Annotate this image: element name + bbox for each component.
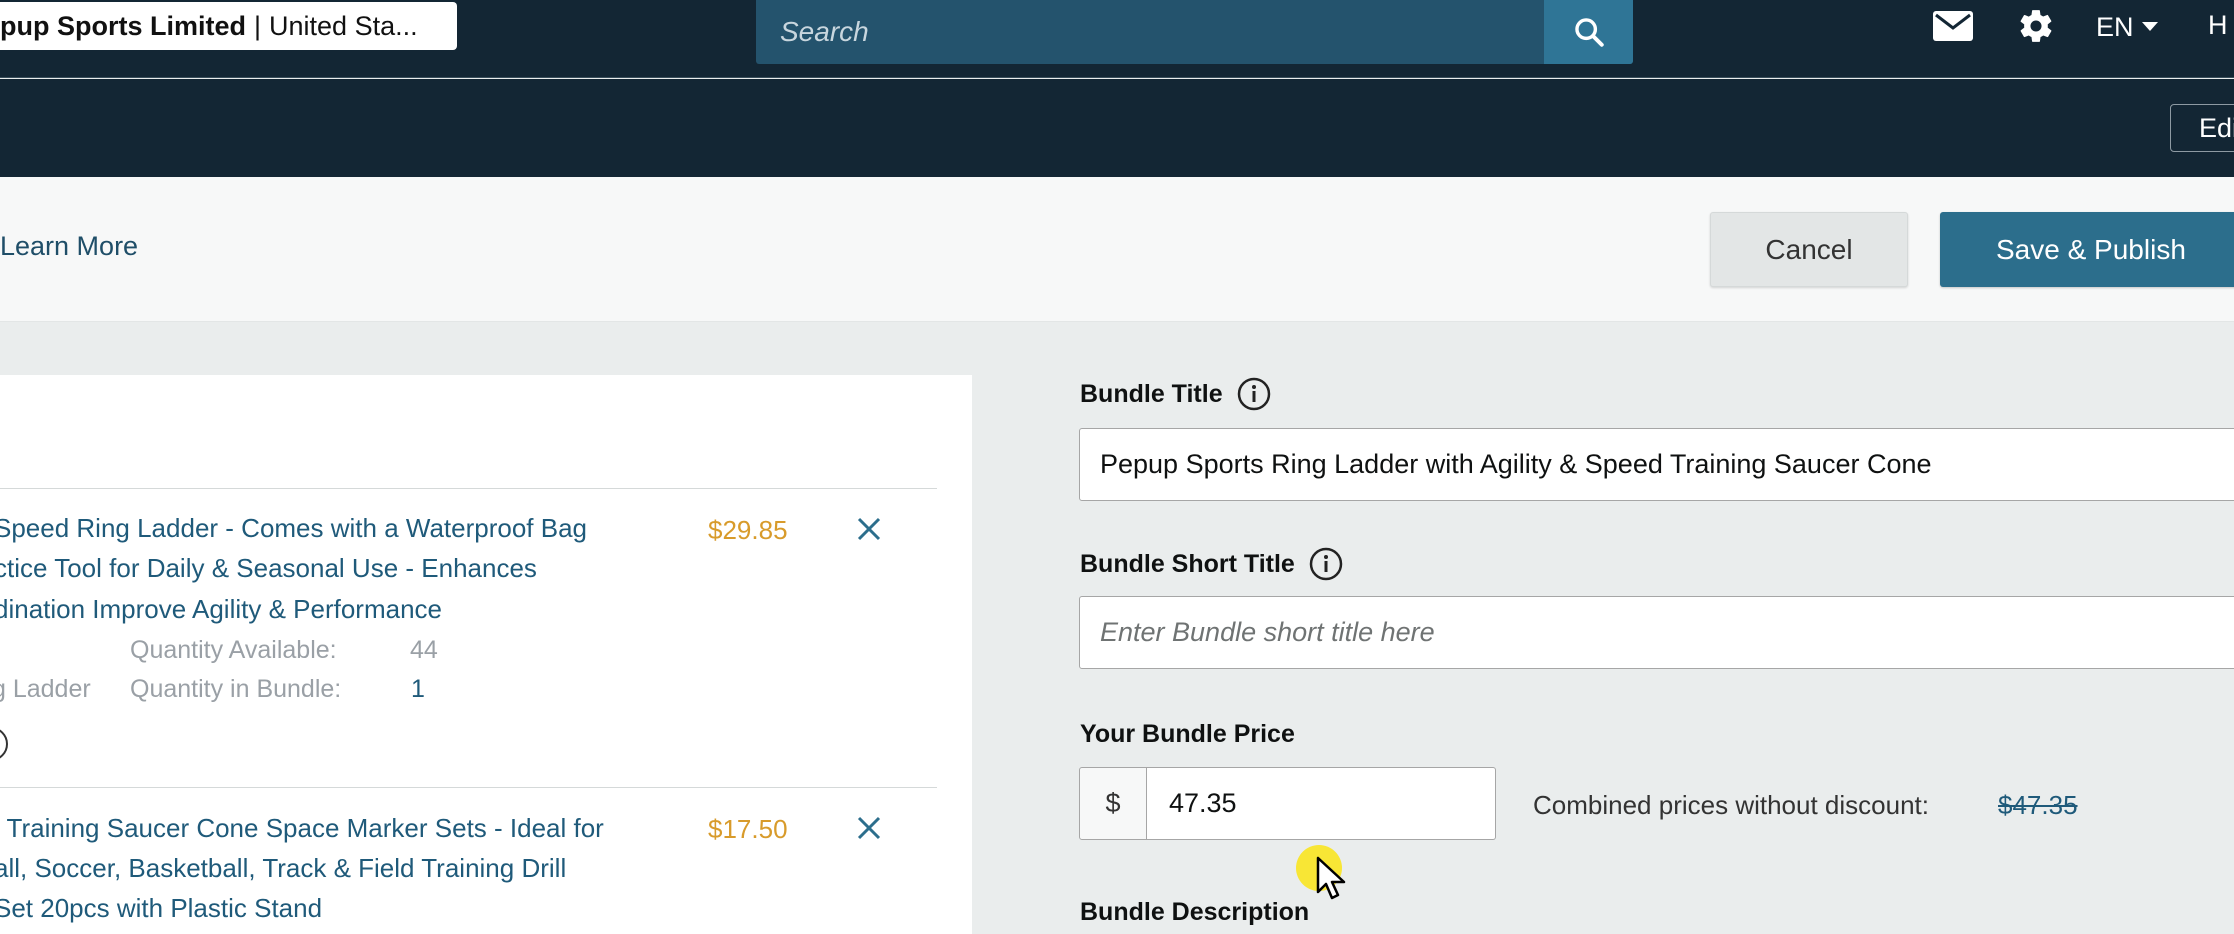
quantity-in-bundle-label: Quantity in Bundle:	[130, 675, 342, 703]
combined-price-label: Combined prices without discount:	[1533, 790, 1929, 820]
cancel-button[interactable]: Cancel	[1710, 212, 1908, 287]
product-title-line[interactable]: dination Improve Agility & Performance	[0, 589, 442, 629]
product-title-line[interactable]: Set 20pcs with Plastic Stand	[0, 888, 322, 928]
bundle-price-label: Your Bundle Price	[1080, 720, 1295, 748]
bundle-description-label: Bundle Description	[1080, 898, 1310, 926]
mail-icon	[1933, 11, 1973, 41]
bundle-price-input[interactable]	[1147, 767, 1496, 840]
learn-more-link[interactable]: Learn More	[0, 231, 138, 262]
bundle-short-title-input[interactable]	[1079, 596, 2234, 669]
save-publish-button[interactable]: Save & Publish	[1940, 212, 2234, 287]
remove-product-button[interactable]	[852, 811, 886, 845]
search-input[interactable]	[756, 0, 1544, 64]
product-price: $29.85	[708, 515, 788, 545]
combined-price-value: $47.35	[1998, 790, 2078, 820]
search-button[interactable]	[1544, 0, 1633, 64]
product-price: $17.50	[708, 814, 788, 844]
product-title-line[interactable]: all, Soccer, Basketball, Track & Field T…	[0, 848, 566, 888]
help-link[interactable]: H	[2208, 10, 2228, 41]
quantity-available-value: 44	[410, 636, 438, 664]
product-title-line[interactable]: ctice Tool for Daily & Seasonal Use - En…	[0, 548, 537, 588]
gear-icon	[2020, 10, 2052, 42]
info-icon[interactable]	[1309, 547, 1343, 581]
search-bar	[756, 0, 1633, 64]
store-region: United Sta...	[269, 10, 418, 41]
quantity-available-label: Quantity Available:	[130, 636, 337, 664]
divider	[0, 488, 937, 489]
close-icon	[857, 816, 881, 840]
bundle-short-title-label-text: Bundle Short Title	[1080, 549, 1295, 578]
bundle-short-title-label: Bundle Short Title	[1080, 547, 1343, 581]
store-selector[interactable]: pup Sports Limited | United Sta...	[0, 2, 457, 50]
product-title-line[interactable]: Speed Ring Ladder - Comes with a Waterpr…	[0, 508, 587, 548]
bundle-title-label: Bundle Title	[1080, 377, 1271, 411]
info-icon[interactable]	[1237, 377, 1271, 411]
mouse-cursor-icon	[1316, 856, 1346, 900]
language-label: EN	[2096, 11, 2134, 42]
currency-symbol: $	[1079, 767, 1147, 840]
messages-button[interactable]	[1932, 8, 1974, 44]
product-type-fragment: g Ladder	[0, 675, 91, 703]
close-icon	[857, 517, 881, 541]
secondary-header-bar	[0, 79, 2234, 177]
search-icon	[1574, 18, 1604, 47]
store-separator: |	[254, 10, 262, 41]
store-name: pup Sports Limited	[0, 10, 246, 41]
product-title-line[interactable]: l Training Saucer Cone Space Marker Sets…	[0, 808, 604, 848]
edit-button[interactable]: Edi	[2170, 104, 2234, 152]
top-navigation-bar: pup Sports Limited | United Sta... EN H	[0, 0, 2234, 78]
quantity-in-bundle-value[interactable]: 1	[411, 675, 425, 704]
bundle-title-input[interactable]	[1079, 428, 2234, 501]
chevron-down-icon	[2141, 22, 2158, 31]
bundle-title-label-text: Bundle Title	[1080, 379, 1223, 408]
language-selector[interactable]: EN	[2096, 10, 2158, 44]
settings-button[interactable]	[2016, 8, 2056, 44]
remove-product-button[interactable]	[852, 512, 886, 546]
divider	[0, 787, 937, 788]
